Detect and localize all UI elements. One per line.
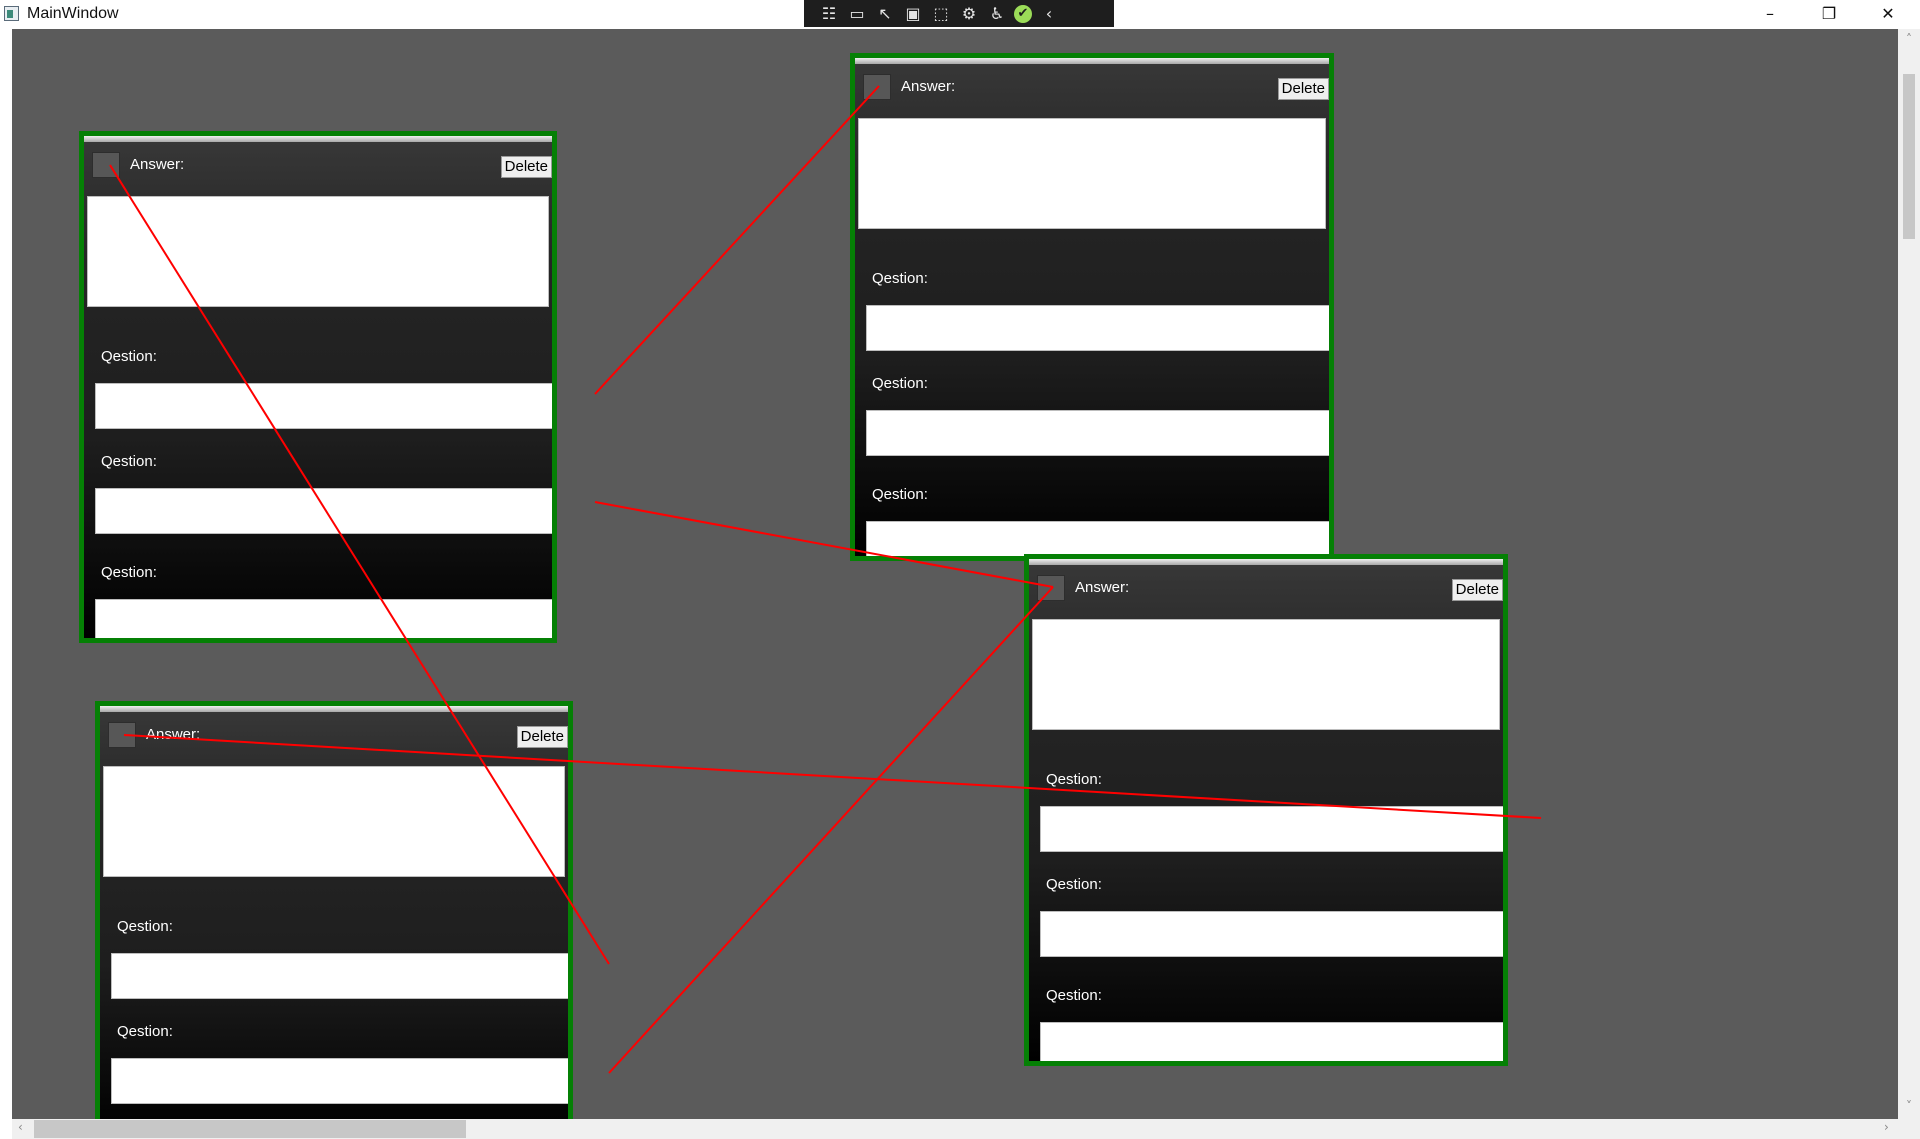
answer-textbox[interactable] <box>1032 619 1500 730</box>
question-label: Qestion: <box>101 348 157 365</box>
question-label: Qestion: <box>872 270 928 287</box>
display-layout-icon[interactable]: ▣ <box>902 3 924 25</box>
question-input[interactable] <box>95 383 552 429</box>
answer-connector-checkbox[interactable] <box>863 74 891 100</box>
horizontal-scrollbar[interactable]: ‹ › <box>12 1119 1898 1139</box>
accessibility-icon[interactable]: ♿ <box>986 3 1008 25</box>
answer-label: Answer: <box>901 78 956 95</box>
answer-card[interactable]: Answer: Delete Qestion: Qestion: Qestion… <box>79 131 557 643</box>
vertical-scroll-thumb[interactable] <box>1903 74 1915 239</box>
live-visual-tree-icon[interactable]: ☷ <box>818 3 840 25</box>
question-label: Qestion: <box>1046 876 1102 893</box>
restore-button[interactable]: ❐ <box>1800 0 1858 29</box>
answer-connector-checkbox[interactable] <box>1037 575 1065 601</box>
answer-card[interactable]: Answer: Delete Qestion: Qestion: Qestion… <box>1024 554 1508 1066</box>
scroll-down-icon[interactable]: ˅ <box>1898 1099 1920 1113</box>
question-label: Qestion: <box>101 453 157 470</box>
horizontal-scroll-thumb[interactable] <box>34 1120 466 1138</box>
delete-button[interactable]: Delete <box>516 726 568 748</box>
question-label: Qestion: <box>872 486 928 503</box>
question-input[interactable] <box>111 1058 568 1104</box>
select-element-icon[interactable]: ↖ <box>874 3 896 25</box>
answer-connector-checkbox[interactable] <box>92 152 120 178</box>
answer-label: Answer: <box>130 156 185 173</box>
question-label: Qestion: <box>1046 987 1102 1004</box>
app-icon <box>4 6 19 21</box>
question-label: Qestion: <box>101 564 157 581</box>
title-bar: MainWindow ☷ ▭ ↖ ▣ ⬚ ⚙ ♿ ✔ ‹ – ❐ ✕ <box>0 0 1920 29</box>
xaml-debug-toolbar: ☷ ▭ ↖ ▣ ⬚ ⚙ ♿ ✔ ‹ <box>804 0 1114 27</box>
question-label: Qestion: <box>872 375 928 392</box>
card-header: Answer: Delete <box>855 64 1329 112</box>
answer-connector-checkbox[interactable] <box>108 722 136 748</box>
close-button[interactable]: ✕ <box>1859 0 1917 29</box>
answer-card[interactable]: Answer: Delete Qestion: Qestion: Qestion… <box>850 53 1334 561</box>
question-label: Qestion: <box>117 918 173 935</box>
card-header: Answer: Delete <box>1029 565 1503 613</box>
checkmark-icon[interactable]: ✔ <box>1014 4 1032 23</box>
answer-card[interactable]: Answer: Delete Qestion: Qestion: <box>95 701 573 1119</box>
binding-failures-icon[interactable]: ⚙ <box>958 3 980 25</box>
question-input[interactable] <box>866 305 1329 351</box>
node-canvas[interactable]: Answer: Delete Qestion: Qestion: Qestion… <box>12 29 1898 1119</box>
card-header: Answer: Delete <box>84 142 552 190</box>
delete-button[interactable]: Delete <box>1451 579 1503 601</box>
question-label: Qestion: <box>1046 771 1102 788</box>
scroll-up-icon[interactable]: ˄ <box>1898 32 1920 46</box>
scroll-left-icon[interactable]: ‹ <box>18 1120 23 1134</box>
question-input[interactable] <box>1040 806 1503 852</box>
delete-button[interactable]: Delete <box>1277 78 1329 100</box>
question-input[interactable] <box>1040 911 1503 957</box>
track-focus-icon[interactable]: ⬚ <box>930 3 952 25</box>
video-icon[interactable]: ▭ <box>846 3 868 25</box>
answer-label: Answer: <box>146 726 201 743</box>
connector-line <box>594 85 880 395</box>
question-input[interactable] <box>1040 1022 1503 1061</box>
question-input[interactable] <box>111 953 568 999</box>
answer-label: Answer: <box>1075 579 1130 596</box>
scroll-right-icon[interactable]: › <box>1884 1120 1889 1134</box>
window-title: MainWindow <box>27 5 119 22</box>
card-header: Answer: Delete <box>100 712 568 760</box>
minimize-button[interactable]: – <box>1741 0 1799 29</box>
answer-textbox[interactable] <box>103 766 565 877</box>
answer-textbox[interactable] <box>87 196 549 307</box>
connector-line <box>608 586 1054 1074</box>
answer-textbox[interactable] <box>858 118 1326 229</box>
delete-button[interactable]: Delete <box>500 156 552 178</box>
question-label: Qestion: <box>117 1023 173 1040</box>
question-input[interactable] <box>95 488 552 534</box>
question-input[interactable] <box>95 599 552 638</box>
question-input[interactable] <box>866 410 1329 456</box>
scrollbar-corner <box>1898 1119 1920 1139</box>
vertical-scrollbar[interactable]: ˄ ˅ <box>1898 29 1920 1119</box>
collapse-icon[interactable]: ‹ <box>1038 3 1060 25</box>
